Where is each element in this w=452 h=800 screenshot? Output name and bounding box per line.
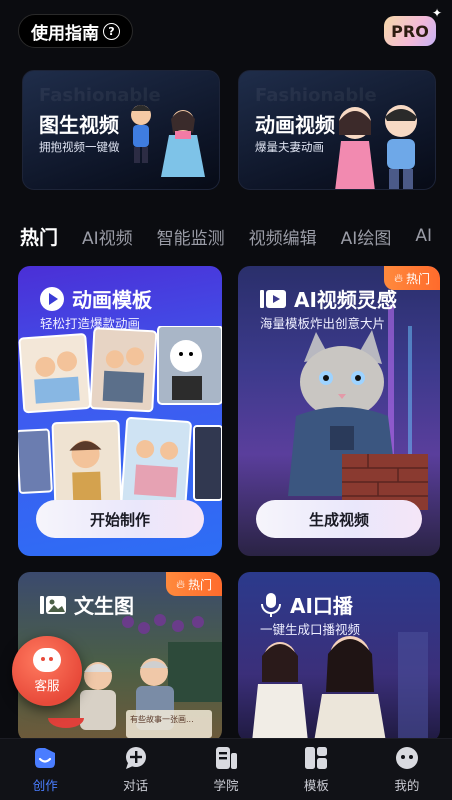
customer-service-button[interactable]: 客服 xyxy=(12,636,82,706)
video-icon xyxy=(260,289,286,308)
card-title-text: 动画模板 xyxy=(72,288,152,312)
sparkle-icon: ✦ xyxy=(431,6,442,20)
guide-label: 使用指南 xyxy=(31,23,99,44)
question-circle-icon: ? xyxy=(103,22,120,40)
customer-service-label: 客服 xyxy=(34,678,60,693)
card-subtitle: 轻松打造爆款动画 xyxy=(40,316,141,331)
nav-profile[interactable]: 我的 xyxy=(362,739,452,800)
banner-subtitle: 爆量夫妻动画 xyxy=(255,140,324,154)
pro-badge[interactable]: PRO xyxy=(384,16,436,46)
banner-illustration xyxy=(335,105,417,189)
card-title: AI视频灵感 xyxy=(260,284,397,313)
tab-video-edit[interactable]: 视频编辑 xyxy=(249,224,317,249)
banner-title: 动画视频 xyxy=(255,113,335,137)
tab-ai-video[interactable]: AI视频 xyxy=(82,224,133,249)
card-title: AI口播 xyxy=(260,590,353,619)
academy-icon xyxy=(216,747,238,769)
tab-hot[interactable]: 热门 xyxy=(20,223,58,250)
hot-badge-text: 热门 xyxy=(405,271,430,286)
card-ai-video-inspiration[interactable]: 🔥︎ 热门 AI视频灵感 海量模板炸出创意大片 生成视频 xyxy=(238,266,440,556)
banner-animation-video[interactable]: Fashionable 动画视频 爆量夫妻动画 xyxy=(238,70,436,190)
card-ai-broadcast[interactable]: AI口播 一键生成口播视频 xyxy=(238,572,440,742)
microphone-icon xyxy=(261,592,281,617)
play-icon xyxy=(40,286,64,311)
hot-badge: 🔥︎ 热门 xyxy=(166,572,222,596)
nav-academy[interactable]: 学院 xyxy=(181,739,271,800)
create-icon xyxy=(35,748,56,768)
banner-title: 图生视频 xyxy=(39,113,119,137)
tab-smart-monitor[interactable]: 智能监测 xyxy=(157,224,225,249)
image-icon xyxy=(40,595,66,614)
nav-label: 学院 xyxy=(213,778,239,793)
nav-label: 创作 xyxy=(32,778,58,793)
nav-label: 我的 xyxy=(394,778,420,793)
card-title: 文生图 xyxy=(40,590,134,619)
fire-icon: 🔥︎ xyxy=(176,576,185,591)
card-subtitle: 一键生成口播视频 xyxy=(260,622,361,637)
card-title-text: 文生图 xyxy=(74,594,134,618)
tab-ai-drawing[interactable]: AI绘图 xyxy=(341,224,392,249)
banner-illustration xyxy=(131,105,205,177)
banner-image-to-video[interactable]: Fashionable 图生视频 拥抱视频一键做 xyxy=(22,70,220,190)
category-tabs: 热门 AI视频 智能监测 视频编辑 AI绘图 AI xyxy=(0,220,452,252)
card-animation-template[interactable]: 动画模板 轻松打造爆款动画 开始制作 xyxy=(18,266,222,556)
template-icon xyxy=(305,747,328,769)
nav-label: 模板 xyxy=(303,778,329,793)
card-caption: 有些故事一张画... xyxy=(130,715,194,724)
card-subtitle: 海量模板炸出创意大片 xyxy=(260,316,386,331)
chat-icon xyxy=(125,747,146,769)
nav-chat[interactable]: 对话 xyxy=(90,739,180,800)
nav-create[interactable]: 创作 xyxy=(0,739,90,800)
banner-subtitle: 拥抱视频一键做 xyxy=(39,140,120,154)
profile-icon xyxy=(395,747,418,769)
guide-button[interactable]: 使用指南 ? xyxy=(18,14,133,48)
nav-label: 对话 xyxy=(123,778,149,793)
hot-badge-text: 热门 xyxy=(187,577,212,592)
card-title: 动画模板 xyxy=(40,284,152,313)
nav-template[interactable]: 模板 xyxy=(271,739,361,800)
card-title-text: AI视频灵感 xyxy=(294,288,397,312)
card-title-text: AI口播 xyxy=(290,594,353,618)
tab-ai-more[interactable]: AI xyxy=(415,226,432,246)
generate-video-button[interactable]: 生成视频 xyxy=(256,500,422,538)
top-bar: 使用指南 ? PRO ✦ xyxy=(0,0,452,62)
start-create-button[interactable]: 开始制作 xyxy=(36,500,204,538)
bottom-nav: 创作 对话 学院 模板 我的 xyxy=(0,738,452,800)
service-bot-icon xyxy=(33,648,61,672)
